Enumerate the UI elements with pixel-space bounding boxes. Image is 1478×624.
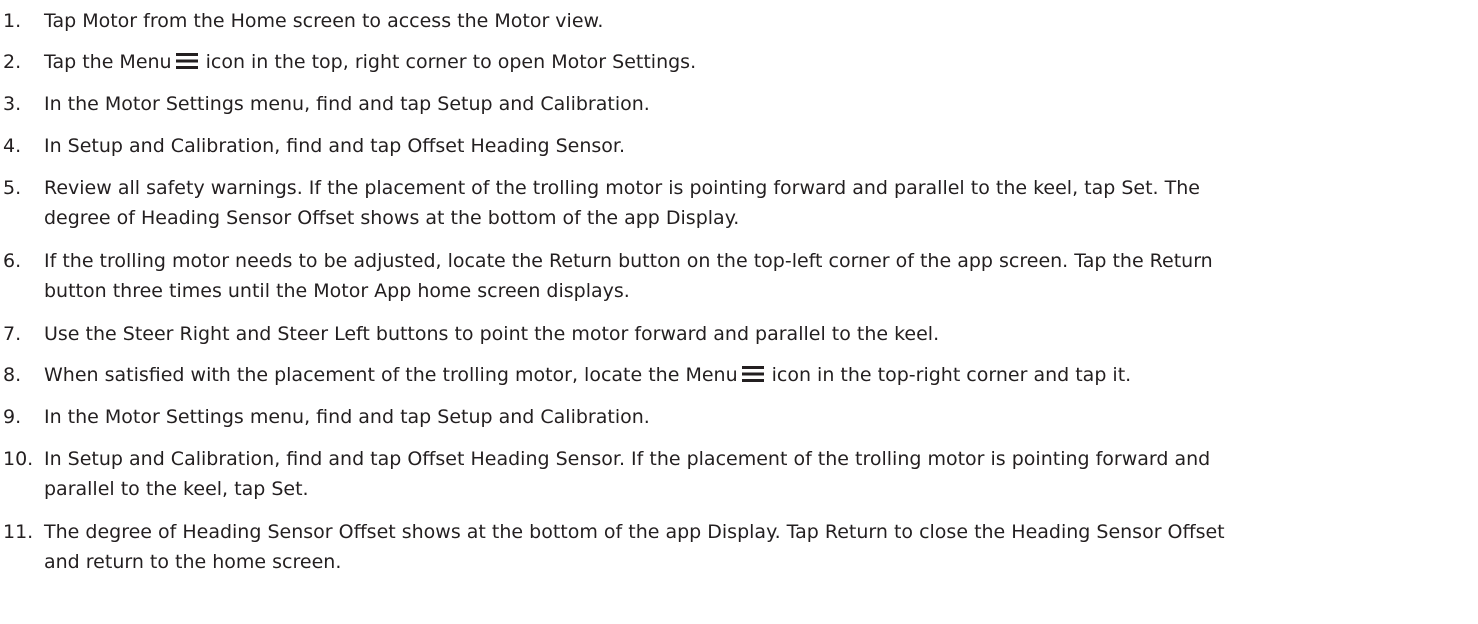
step-line: In Setup and Calibration, find and tap O… xyxy=(44,135,626,157)
step-text: Review all safety warnings. If the place… xyxy=(44,173,1468,233)
list-item: 1. Tap Motor from the Home screen to acc… xyxy=(0,6,1468,36)
step-number: 8. xyxy=(3,364,22,386)
list-item: 4. In Setup and Calibration, find and ta… xyxy=(0,131,1468,161)
step-text-before-icon: When satisfied with the placement of the… xyxy=(44,364,738,386)
step-line: degree of Heading Sensor Offset shows at… xyxy=(44,207,740,229)
step-text: Use the Steer Right and Steer Left butto… xyxy=(44,319,1468,349)
step-number: 4. xyxy=(3,135,22,157)
step-text: In Setup and Calibration, find and tap O… xyxy=(44,131,1468,161)
step-line: In the Motor Settings menu, find and tap… xyxy=(44,406,650,428)
step-number: 1. xyxy=(3,10,22,32)
step-line: button three times until the Motor App h… xyxy=(44,280,630,302)
step-line: and return to the home screen. xyxy=(44,551,342,573)
list-item: 10. In Setup and Calibration, find and t… xyxy=(0,444,1468,504)
step-number: 7. xyxy=(3,323,22,345)
list-item: 7. Use the Steer Right and Steer Left bu… xyxy=(0,319,1468,349)
step-text: The degree of Heading Sensor Offset show… xyxy=(44,517,1468,577)
step-number: 10. xyxy=(3,448,34,470)
step-number: 9. xyxy=(3,406,22,428)
menu-icon xyxy=(175,53,198,69)
list-item: 11. The degree of Heading Sensor Offset … xyxy=(0,517,1468,577)
menu-icon xyxy=(741,366,764,382)
list-item: 6. If the trolling motor needs to be adj… xyxy=(0,246,1468,306)
step-number: 5. xyxy=(3,177,22,199)
list-item: 8. When satisfied with the placement of … xyxy=(0,360,1468,390)
step-text: Tap Motor from the Home screen to access… xyxy=(44,6,1468,36)
step-line: In the Motor Settings menu, find and tap… xyxy=(44,93,650,115)
step-line: When satisfied with the placement of the… xyxy=(44,360,1468,390)
step-text: If the trolling motor needs to be adjust… xyxy=(44,246,1468,306)
step-number: 11. xyxy=(3,521,34,543)
step-text-before-icon: Tap the Menu xyxy=(44,51,172,73)
step-line: Review all safety warnings. If the place… xyxy=(44,177,1200,199)
list-item: 3. In the Motor Settings menu, find and … xyxy=(0,89,1468,119)
step-text-after-icon: icon in the top, right corner to open Mo… xyxy=(205,51,697,73)
step-text: Tap the Menu icon in the top, right corne… xyxy=(44,47,1468,77)
step-text: In Setup and Calibration, find and tap O… xyxy=(44,444,1468,504)
list-item: 2. Tap the Menu icon in the top, right co… xyxy=(0,47,1468,77)
step-line: Tap Motor from the Home screen to access… xyxy=(44,10,604,32)
step-line: If the trolling motor needs to be adjust… xyxy=(44,250,1213,272)
list-item: 5. Review all safety warnings. If the pl… xyxy=(0,173,1468,233)
step-number: 2. xyxy=(3,51,22,73)
step-number: 3. xyxy=(3,93,22,115)
step-text: In the Motor Settings menu, find and tap… xyxy=(44,402,1468,432)
step-line: In Setup and Calibration, find and tap O… xyxy=(44,448,1211,470)
step-line: The degree of Heading Sensor Offset show… xyxy=(44,521,1225,543)
step-text: When satisfied with the placement of the… xyxy=(44,360,1468,390)
step-number: 6. xyxy=(3,250,22,272)
step-text: In the Motor Settings menu, find and tap… xyxy=(44,89,1468,119)
step-text-after-icon: icon in the top-right corner and tap it. xyxy=(771,364,1132,386)
step-line: parallel to the keel, tap Set. xyxy=(44,478,309,500)
step-line: Use the Steer Right and Steer Left butto… xyxy=(44,323,940,345)
step-line: Tap the Menu icon in the top, right corne… xyxy=(44,47,1468,77)
list-item: 9. In the Motor Settings menu, find and … xyxy=(0,402,1468,432)
